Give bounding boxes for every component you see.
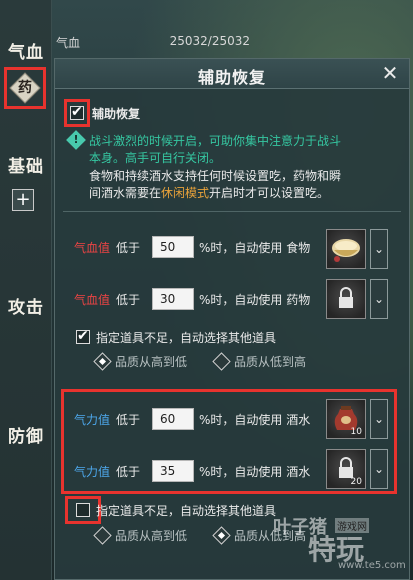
dialog-header: 辅助恢复 ✕ <box>55 59 409 89</box>
hp-rule1-threshold-input[interactable]: 50 <box>152 236 194 258</box>
category-qixue[interactable]: 气血 <box>0 38 52 63</box>
stamina-rule2-threshold-input[interactable]: 35 <box>152 460 194 482</box>
hp-rule2-dropdown[interactable]: ⌄ <box>370 279 388 319</box>
stamina-rule1-suffix: %时，自动使用 酒水 <box>199 413 311 427</box>
stamina-rule2-suffix: %时，自动使用 酒水 <box>199 465 311 479</box>
hp-rule2-stat: 气血值 <box>74 293 111 307</box>
hp-rule1-suffix: %时，自动使用 食物 <box>199 241 311 255</box>
category-rail: 气血 药 基础 + 攻击 防御 <box>0 0 52 580</box>
hp-summary: 气血 25032/25032 <box>52 30 262 52</box>
locked-slot-icon[interactable]: 20 <box>326 449 366 489</box>
info-text-line1: 战斗激烈的时候开启，可助你集中注意力于战斗 <box>89 134 342 148</box>
hp-rule1-stat: 气血值 <box>74 241 111 255</box>
info-text-line2: 本身。高手可自行关闭。 <box>89 151 222 165</box>
desc-text-line2: 间酒水需要在休闲模式开启时才可以设置吃。 <box>89 184 329 201</box>
assist-recovery-dialog: 辅助恢复 ✕ 辅助恢复 ! 战斗激烈的时候开启，可助你集中注意力于战斗 本身。高… <box>54 58 410 580</box>
category-fangyu[interactable]: 防御 <box>0 422 52 447</box>
stamina-rule1-qty: 10 <box>350 427 362 437</box>
hp-summary-value: 25032/25032 <box>169 34 250 48</box>
hp-rule2-suffix: %时，自动使用 药物 <box>199 293 311 307</box>
hp-rule1-dropdown[interactable]: ⌄ <box>370 229 388 269</box>
divider <box>63 211 401 212</box>
medicine-highlight-box[interactable]: 药 <box>4 67 46 109</box>
hp-fallback-checkbox[interactable] <box>76 328 90 344</box>
stamina-rule1-dropdown[interactable]: ⌄ <box>370 399 388 439</box>
watermark-url: www.te5.com <box>338 560 406 571</box>
locked-slot-icon[interactable] <box>326 279 366 319</box>
food-bowl-icon[interactable] <box>326 229 366 269</box>
desc-text-pre: 间酒水需要在 <box>89 186 162 200</box>
desc-text-post: 开启时才可以设置吃。 <box>209 186 330 200</box>
stamina-rule2-stat: 气力值 <box>74 465 111 479</box>
hp-summary-label: 气血 <box>56 36 81 50</box>
stamina-quality-high-to-low-radio[interactable] <box>93 526 112 545</box>
hp-rule1-lt: 低于 <box>116 241 141 255</box>
stamina-rule1-threshold-input[interactable]: 60 <box>152 408 194 430</box>
stamina-rule2-qty: 20 <box>350 477 362 487</box>
stamina-fallback-checkbox[interactable] <box>76 503 90 517</box>
category-gongji[interactable]: 攻击 <box>0 293 52 318</box>
assist-recovery-label: 辅助恢复 <box>92 107 141 121</box>
dialog-title: 辅助恢复 <box>197 68 266 87</box>
stamina-quality-low-to-high-radio[interactable] <box>212 526 231 545</box>
category-jichu[interactable]: 基础 <box>0 152 52 177</box>
hp-rule2-lt: 低于 <box>116 293 141 307</box>
stamina-rule1-stat: 气力值 <box>74 413 111 427</box>
stamina-fallback-label: 指定道具不足，自动选择其他道具 <box>96 504 277 518</box>
info-icon: ! <box>66 130 86 150</box>
add-button[interactable]: + <box>12 189 34 211</box>
hp-rule2-threshold-input[interactable]: 30 <box>152 288 194 310</box>
wine-jar-icon[interactable]: 10 <box>326 399 366 439</box>
hp-quality-low-to-high-radio[interactable] <box>212 352 231 371</box>
hp-quality-high-to-low-label: 品质从高到低 <box>115 355 188 369</box>
stamina-rule2-lt: 低于 <box>116 465 141 479</box>
stamina-quality-high-to-low-label: 品质从高到低 <box>115 529 188 543</box>
medicine-button-label: 药 <box>18 80 32 96</box>
leisure-mode-text: 休闲模式 <box>161 186 210 200</box>
hp-quality-high-to-low-radio[interactable] <box>93 352 112 371</box>
desc-text-line1: 食物和持续酒水支持任何时候设置吃，药物和瞬 <box>89 169 342 183</box>
hp-quality-low-to-high-label: 品质从低到高 <box>234 355 307 369</box>
stamina-rule2-dropdown[interactable]: ⌄ <box>370 449 388 489</box>
hp-fallback-label: 指定道具不足，自动选择其他道具 <box>96 331 277 345</box>
stamina-rule1-lt: 低于 <box>116 413 141 427</box>
assist-recovery-checkbox[interactable] <box>70 104 84 120</box>
close-icon[interactable]: ✕ <box>379 62 401 84</box>
